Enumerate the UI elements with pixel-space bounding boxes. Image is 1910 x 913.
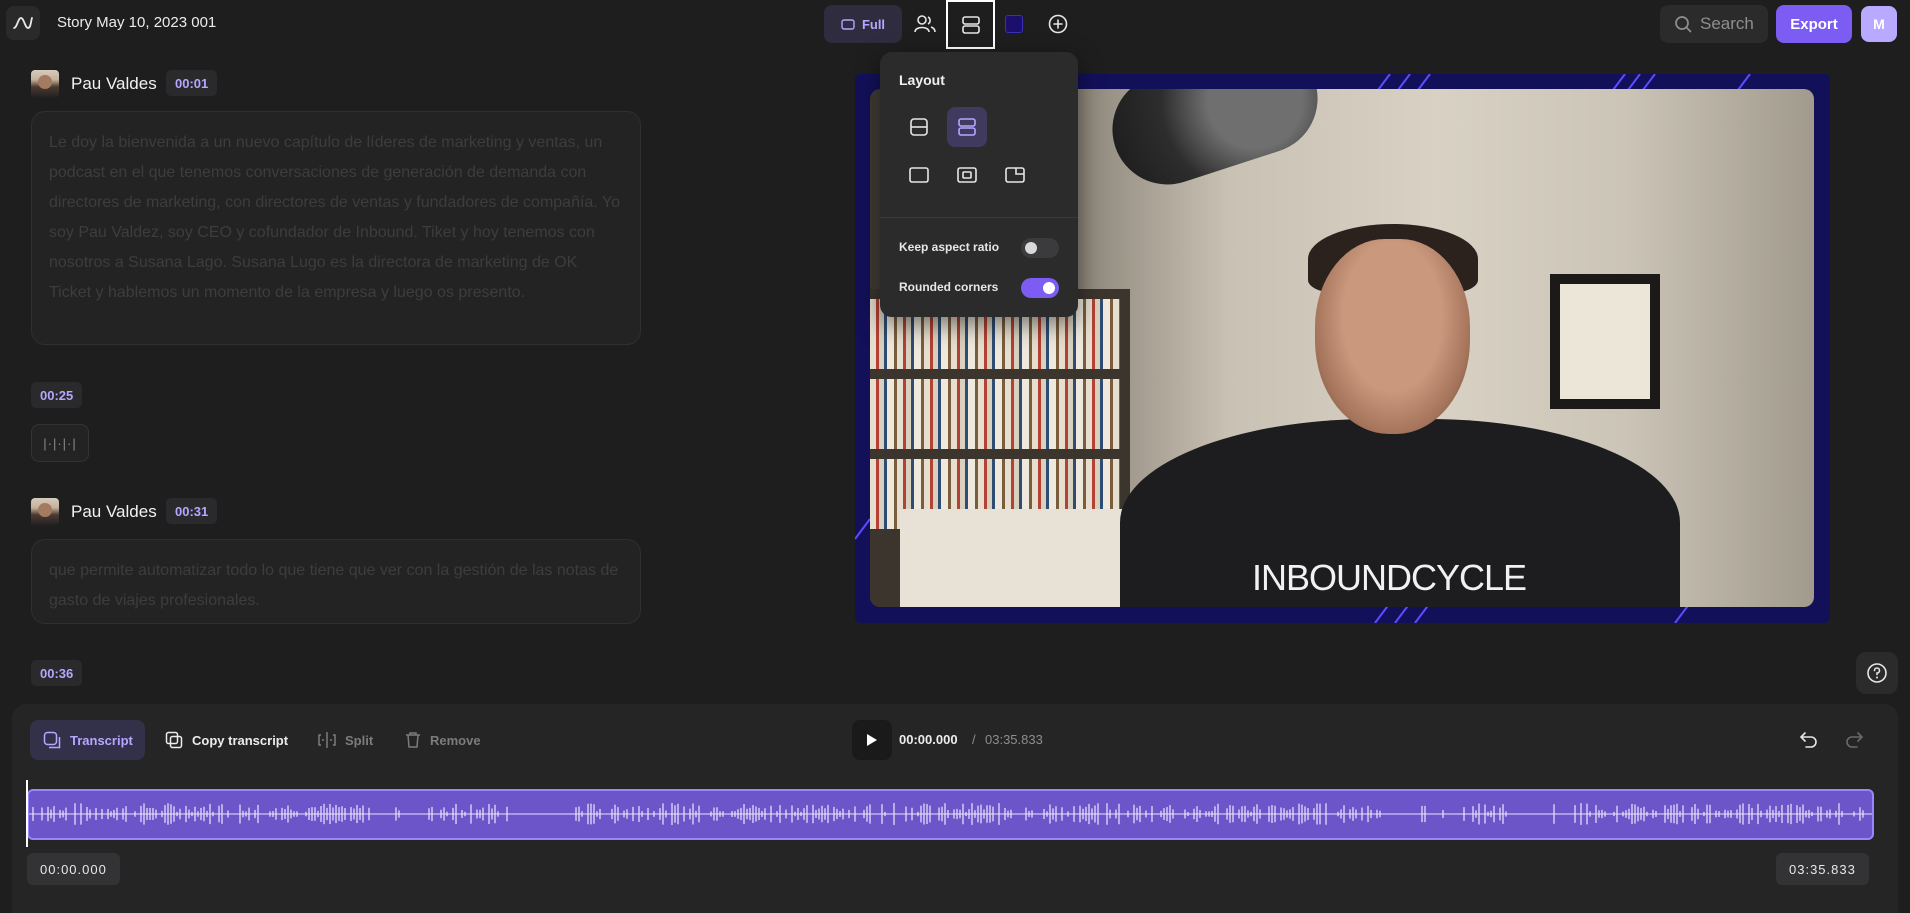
pause-marker[interactable]: |·|·|·| [31,424,89,462]
remove-button[interactable]: Remove [405,720,481,760]
stacked-rows-icon [958,118,976,136]
copy-icon [165,731,183,749]
search-icon [1675,16,1692,33]
layout-option-split[interactable] [899,107,939,147]
playhead[interactable] [26,780,28,847]
app-logo-button[interactable] [6,6,40,40]
copy-transcript-button[interactable]: Copy transcript [165,720,288,760]
layout-option-centered[interactable] [947,155,987,195]
export-button[interactable]: Export [1776,5,1852,43]
speaker-name[interactable]: Pau Valdes [71,502,157,522]
speaker-avatar [31,70,59,98]
time-separator: / [972,732,976,747]
layout-popover: Layout Keep aspect ratio Rounded corners [880,52,1078,317]
full-frame-icon [909,167,929,183]
play-button[interactable] [852,720,892,760]
split-icon [318,732,336,748]
user-avatar[interactable]: M [1861,6,1897,42]
trash-icon [406,732,420,748]
picture-frame-shape [1550,274,1660,409]
corner-inset-icon [1005,167,1025,183]
play-icon [867,734,877,746]
help-circle-icon [1867,663,1887,683]
keep-aspect-ratio-toggle[interactable] [1021,238,1059,258]
undo-icon [1800,732,1817,748]
rounded-corners-toggle[interactable] [1021,278,1059,298]
transcript-tool-button[interactable]: Transcript [30,720,145,760]
shirt-logo-text: INBOUNDCYCLE [1252,557,1527,598]
background-color-button[interactable] [994,4,1034,44]
frame-icon [841,18,855,30]
transcript-icon [43,731,61,749]
total-time: 03:35.833 [985,732,1043,747]
split-button[interactable]: Split [318,720,373,760]
popover-divider [880,217,1078,218]
view-mode-full-button[interactable]: Full [824,5,902,43]
undo-button[interactable] [1795,726,1823,754]
pause-timestamp[interactable]: 00:36 [31,660,83,686]
transcript-text-block[interactable]: que permite automatizar todo lo que tien… [31,539,641,624]
pause-timestamp[interactable]: 00:25 [31,382,83,408]
pause-glyph: |·|·|·| [43,435,77,451]
layout-rows-icon [961,15,980,34]
centered-inset-icon [957,167,977,183]
speakers-button[interactable] [905,4,945,44]
copy-transcript-label: Copy transcript [192,732,289,748]
redo-button[interactable] [1840,726,1868,754]
help-button[interactable] [1856,652,1898,694]
wave-logo-icon [13,17,33,29]
split-label: Split [345,732,374,748]
search-button[interactable]: Search [1660,5,1768,43]
layout-option-full[interactable] [899,155,939,195]
view-mode-label: Full [861,16,886,32]
story-title[interactable]: Story May 10, 2023 001 [57,14,216,31]
current-time: 00:00.000 [899,732,958,747]
remove-label: Remove [430,732,481,748]
speaker-name[interactable]: Pau Valdes [71,74,157,94]
transcript-tool-label: Transcript [70,732,133,748]
rounded-corners-label: Rounded corners [899,280,999,294]
transcript-text-block[interactable]: Le doy la bienvenida a un nuevo capítulo… [31,111,641,345]
redo-icon [1846,732,1863,748]
search-label: Search [1700,14,1754,33]
segment-timestamp[interactable]: 00:31 [166,498,218,524]
layout-option-stacked[interactable] [947,107,987,147]
plus-circle-icon [1048,14,1068,34]
keep-aspect-ratio-label: Keep aspect ratio [899,240,1000,254]
background-swatch-icon [1005,15,1023,33]
popover-title: Layout [899,72,945,88]
layout-button[interactable] [946,0,995,49]
segment-timestamp[interactable]: 00:01 [166,70,218,96]
split-horizontal-icon [910,118,928,136]
timeline-start-time: 00:00.000 [27,853,120,885]
waveform-graphic [29,803,1872,825]
audio-waveform-track[interactable] [27,789,1874,840]
layout-option-corner[interactable] [995,155,1035,195]
microphone-shape [1098,89,1332,199]
speaker-avatar [31,498,59,526]
person-head-shape [1315,239,1470,434]
timeline-end-time: 03:35.833 [1776,853,1869,885]
cabinet-shape [900,509,1130,607]
people-icon [914,15,936,33]
add-element-button[interactable] [1038,4,1078,44]
